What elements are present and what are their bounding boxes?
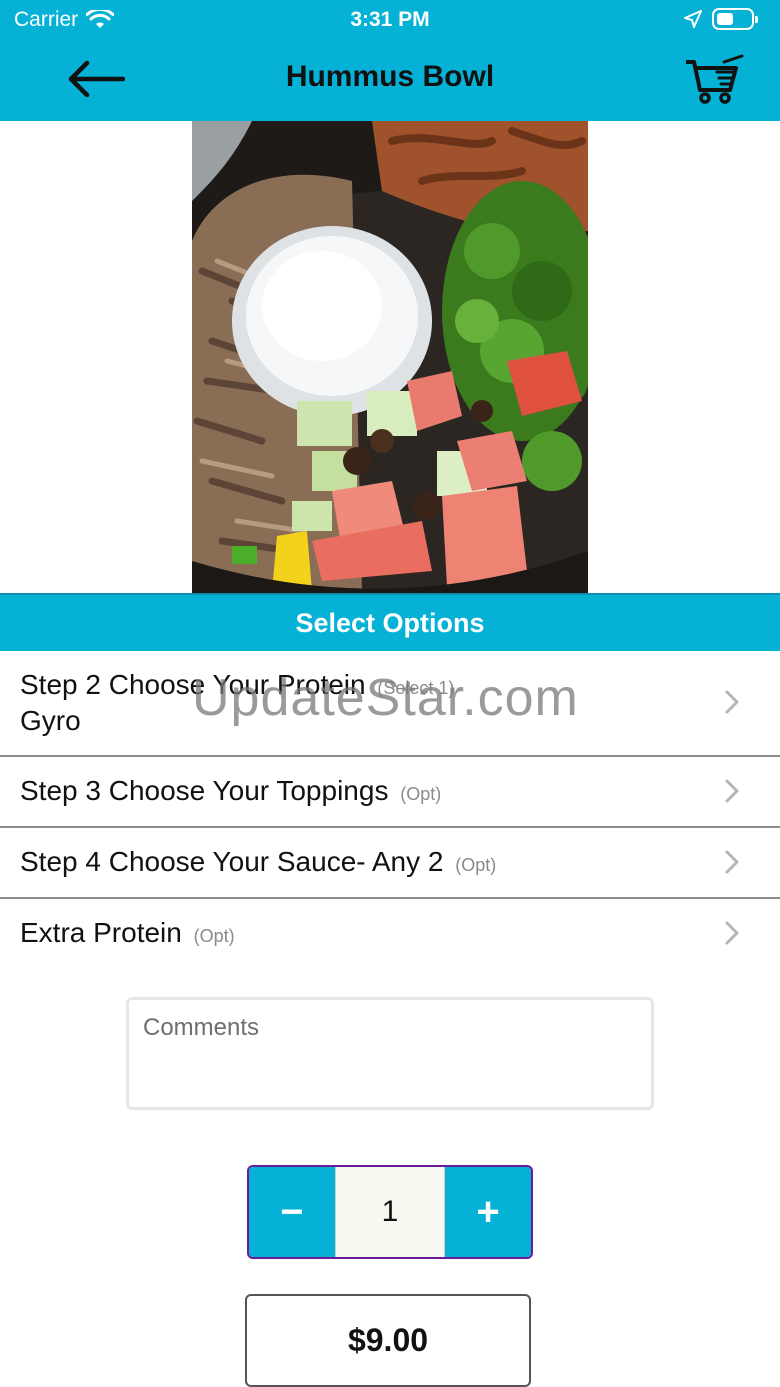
app-screen: Carrier 3:31 PM Hummus Bowl Select Optio… xyxy=(0,0,780,1387)
chevron-right-icon xyxy=(725,779,739,803)
quantity-value: 1 xyxy=(335,1167,445,1257)
price-button[interactable]: $9.00 xyxy=(245,1294,531,1387)
option-row-protein[interactable]: Step 2 Choose Your Protein (Select 1) Gy… xyxy=(0,651,780,757)
option-tag: (Opt) xyxy=(455,855,497,875)
chevron-right-icon xyxy=(725,690,739,714)
status-time: 3:31 PM xyxy=(350,8,430,31)
product-image xyxy=(192,121,588,593)
option-selection: Gyro xyxy=(20,705,81,736)
status-bar: Carrier 3:31 PM xyxy=(0,0,780,40)
chevron-right-icon xyxy=(725,921,739,945)
status-right xyxy=(684,8,758,30)
cart-icon xyxy=(686,54,744,104)
comments-field[interactable] xyxy=(126,997,654,1110)
battery-icon xyxy=(712,8,758,30)
section-header: Select Options xyxy=(0,593,780,651)
quantity-stepper: − 1 + xyxy=(247,1165,533,1259)
option-tag: (Select 1) xyxy=(377,678,455,698)
option-row-sauce[interactable]: Step 4 Choose Your Sauce- Any 2 (Opt) xyxy=(0,828,780,899)
increment-button[interactable]: + xyxy=(445,1167,531,1257)
option-label: Step 2 Choose Your Protein xyxy=(20,669,366,700)
option-tag: (Opt) xyxy=(193,926,235,946)
option-row-extra-protein[interactable]: Extra Protein (Opt) xyxy=(0,899,780,970)
option-label: Step 4 Choose Your Sauce- Any 2 xyxy=(20,846,444,877)
cart-button[interactable] xyxy=(682,52,746,108)
option-label: Step 3 Choose Your Toppings xyxy=(20,775,389,806)
chevron-right-icon xyxy=(725,850,739,874)
location-arrow-icon xyxy=(684,10,702,28)
option-row-toppings[interactable]: Step 3 Choose Your Toppings (Opt) xyxy=(0,757,780,828)
decrement-button[interactable]: − xyxy=(249,1167,335,1257)
option-label: Extra Protein xyxy=(20,917,182,948)
top-bar: Carrier 3:31 PM Hummus Bowl xyxy=(0,0,780,121)
option-tag: (Opt) xyxy=(400,784,442,804)
page-title: Hummus Bowl xyxy=(285,60,495,93)
